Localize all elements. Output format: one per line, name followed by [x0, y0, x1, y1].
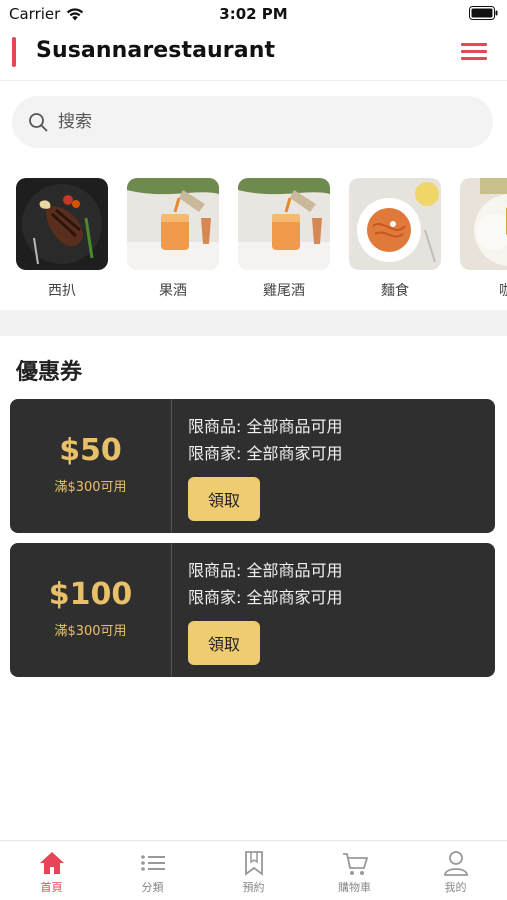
category-label: 果酒: [159, 283, 187, 299]
search-bar[interactable]: [12, 96, 493, 148]
steak-image: [16, 178, 108, 270]
coupon-amount: $100: [48, 577, 133, 612]
menu-line-icon: [461, 57, 487, 60]
menu-line-icon: [461, 50, 487, 53]
person-icon: [443, 851, 468, 876]
category-item[interactable]: 咖: [460, 178, 507, 300]
cocktail-image: [238, 178, 330, 270]
section-divider: [0, 310, 507, 336]
coupon-product-scope: 限商品: 全部商品可用: [188, 417, 343, 436]
curry-rice-image: [460, 178, 507, 270]
coupon-details: 限商品: 全部商品可用 限商家: 全部商家可用 領取: [188, 413, 342, 521]
tab-reservation[interactable]: 預約: [203, 849, 304, 895]
status-bar: Carrier 3:02 PM: [0, 0, 507, 28]
coupon-merchant-scope: 限商家: 全部商家可用: [188, 444, 343, 463]
hamburger-menu-button[interactable]: [461, 43, 487, 63]
status-time: 3:02 PM: [219, 5, 288, 23]
tab-label: 首頁: [40, 881, 63, 894]
category-item[interactable]: 果酒: [127, 178, 219, 300]
category-label: 咖: [499, 283, 507, 299]
noodles-image: [349, 178, 441, 270]
bookmark-icon: [244, 851, 263, 876]
coupon-amount: $50: [59, 433, 122, 468]
tab-categories[interactable]: 分類: [102, 849, 203, 895]
tab-home[interactable]: 首頁: [1, 849, 102, 895]
coupon-condition: 滿$300可用: [54, 624, 127, 639]
search-input[interactable]: [58, 112, 438, 132]
category-item[interactable]: 麵食: [349, 178, 441, 300]
coupon-card: $100 滿$300可用 限商品: 全部商品可用 限商家: 全部商家可用 領取: [10, 543, 495, 677]
category-carousel[interactable]: 西扒 果酒 雞尾酒 麵食 咖: [0, 178, 507, 303]
coupons-section-title: 優惠券: [16, 360, 83, 385]
app-header: Susannarestaurant: [0, 28, 507, 81]
cart-icon: [342, 853, 368, 875]
tab-label: 分類: [141, 881, 164, 894]
claim-coupon-button[interactable]: 領取: [188, 477, 260, 521]
menu-line-icon: [461, 43, 487, 46]
search-icon: [29, 113, 48, 132]
coupon-card: $50 滿$300可用 限商品: 全部商品可用 限商家: 全部商家可用 領取: [10, 399, 495, 533]
home-icon: [39, 852, 64, 874]
list-icon: [140, 855, 165, 871]
category-label: 麵食: [381, 283, 409, 299]
tab-label: 我的: [444, 881, 467, 894]
tab-profile[interactable]: 我的: [405, 849, 506, 895]
category-item[interactable]: 西扒: [16, 178, 108, 300]
claim-coupon-button[interactable]: 領取: [188, 621, 260, 665]
category-label: 雞尾酒: [263, 283, 305, 299]
category-label: 西扒: [48, 283, 76, 299]
coupon-value-panel: $50 滿$300可用: [10, 399, 172, 533]
tab-label: 購物車: [338, 881, 371, 894]
bottom-tab-bar: 首頁 分類 預約 購物車 我的: [0, 840, 507, 900]
tab-cart[interactable]: 購物車: [304, 849, 405, 895]
fruit-wine-image: [127, 178, 219, 270]
coupon-product-scope: 限商品: 全部商品可用: [188, 561, 343, 580]
coupon-condition: 滿$300可用: [54, 480, 127, 495]
coupon-merchant-scope: 限商家: 全部商家可用: [188, 588, 343, 607]
category-item[interactable]: 雞尾酒: [238, 178, 330, 300]
app-title: Susannarestaurant: [36, 38, 276, 63]
coupon-value-panel: $100 滿$300可用: [10, 543, 172, 677]
coupon-details: 限商品: 全部商品可用 限商家: 全部商家可用 領取: [188, 557, 342, 665]
header-accent-bar: [12, 37, 16, 67]
battery-icon: [469, 6, 498, 20]
tab-label: 預約: [242, 881, 265, 894]
